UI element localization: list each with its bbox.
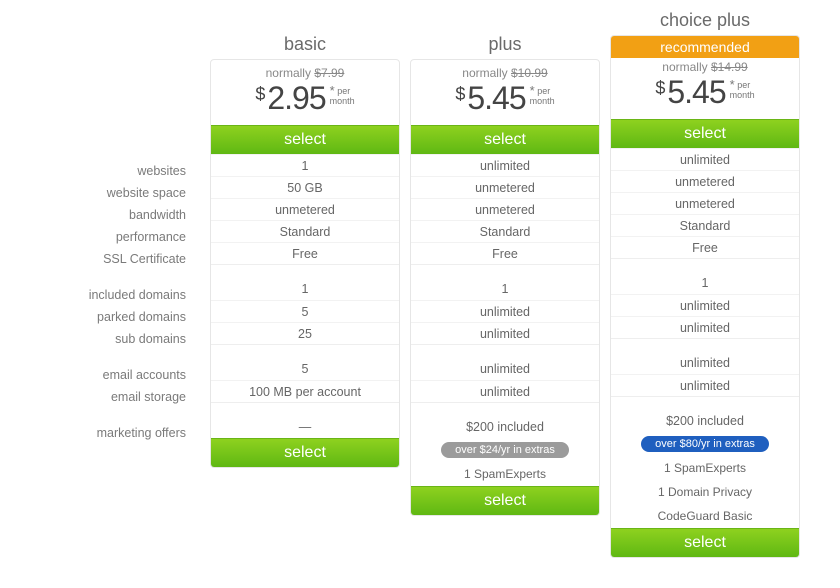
feature-labels-column: websites website space bandwidth perform… <box>30 10 200 444</box>
plan-choiceplus-price-block: normally $14.99 $ 5.45 * permonth <box>611 58 799 119</box>
label-websites: websites <box>30 160 200 182</box>
plan-plus-card: normally $10.99 $ 5.45 * permonth select… <box>410 59 600 516</box>
label-ssl: SSL Certificate <box>30 248 200 270</box>
plan-basic-ssl: Free <box>211 242 399 264</box>
plan-plus-performance: Standard <box>411 220 599 242</box>
plan-choiceplus-bandwidth: unmetered <box>611 192 799 214</box>
plan-basic-select-top-button[interactable]: select <box>211 125 399 154</box>
plan-choiceplus-email-storage: unlimited <box>611 374 799 396</box>
plan-basic-websites: 1 <box>211 154 399 176</box>
plan-plus-extras-pill-wrap: over $24/yr in extras <box>411 438 599 462</box>
plan-plus-extras-list: 1 SpamExperts <box>411 462 599 486</box>
plan-choiceplus-marketing-offers: $200 included <box>611 410 799 432</box>
plan-plus-select-top-button[interactable]: select <box>411 125 599 154</box>
plan-choiceplus-select-top-button[interactable]: select <box>611 119 799 148</box>
plan-choiceplus-websites: unlimited <box>611 148 799 170</box>
plan-basic-card: normally $7.99 $ 2.95 * permonth select … <box>210 59 400 468</box>
plan-choiceplus-website-space: unmetered <box>611 170 799 192</box>
plan-plus-email-accounts: unlimited <box>411 358 599 380</box>
plan-basic-performance: Standard <box>211 220 399 242</box>
plan-plus-normally-price: $10.99 <box>511 66 548 80</box>
plan-choiceplus-title: choice plus <box>610 10 800 35</box>
plan-plus-normally: normally $10.99 <box>411 66 599 80</box>
plan-plus-marketing-offers: $200 included <box>411 416 599 438</box>
plan-basic-title: basic <box>210 28 400 59</box>
plan-choiceplus-price: $ 5.45 * permonth <box>611 74 799 111</box>
plan-plus-select-bottom-button[interactable]: select <box>411 486 599 515</box>
plan-plus-sub-domains: unlimited <box>411 322 599 344</box>
label-included-domains: included domains <box>30 284 200 306</box>
plan-choiceplus-extras-list: 1 SpamExperts 1 Domain Privacy CodeGuard… <box>611 456 799 528</box>
plan-basic-email-storage: 100 MB per account <box>211 380 399 402</box>
plan-choiceplus-performance: Standard <box>611 214 799 236</box>
plan-basic-bandwidth: unmetered <box>211 198 399 220</box>
plan-basic-normally: normally $7.99 <box>211 66 399 80</box>
plan-basic-wrapper: basic normally $7.99 $ 2.95 * permonth s… <box>210 10 400 468</box>
plan-choiceplus-wrapper: choice plus recommended normally $14.99 … <box>610 10 800 558</box>
plan-basic-parked-domains: 5 <box>211 300 399 322</box>
plan-plus-parked-domains: unlimited <box>411 300 599 322</box>
plan-basic-marketing-offers: — <box>211 416 399 438</box>
plan-basic-price: $ 2.95 * permonth <box>211 80 399 117</box>
label-website-space: website space <box>30 182 200 204</box>
label-email-storage: email storage <box>30 386 200 408</box>
plan-plus-email-storage: unlimited <box>411 380 599 402</box>
label-parked-domains: parked domains <box>30 306 200 328</box>
plan-plus-price-block: normally $10.99 $ 5.45 * permonth <box>411 60 599 125</box>
plan-plus-bandwidth: unmetered <box>411 198 599 220</box>
plan-choiceplus-extras-pill: over $80/yr in extras <box>641 436 769 452</box>
plan-basic-price-block: normally $7.99 $ 2.95 * permonth <box>211 60 399 125</box>
plan-choiceplus-extra-1: 1 Domain Privacy <box>611 480 799 504</box>
label-marketing-offers: marketing offers <box>30 422 200 444</box>
plan-basic-website-space: 50 GB <box>211 176 399 198</box>
plan-plus-extra-0: 1 SpamExperts <box>411 462 599 486</box>
label-email-accounts: email accounts <box>30 364 200 386</box>
plan-choiceplus-select-bottom-button[interactable]: select <box>611 528 799 557</box>
plan-choiceplus-extra-2: CodeGuard Basic <box>611 504 799 528</box>
plan-plus-extras-pill: over $24/yr in extras <box>441 442 569 458</box>
plan-choiceplus-sub-domains: unlimited <box>611 316 799 338</box>
plan-plus-price: $ 5.45 * permonth <box>411 80 599 117</box>
plan-choiceplus-card: recommended normally $14.99 $ 5.45 * per… <box>610 35 800 558</box>
plan-basic-amount: 2.95 <box>267 80 325 117</box>
recommended-badge: recommended <box>611 36 799 58</box>
label-bandwidth: bandwidth <box>30 204 200 226</box>
plan-choiceplus-normally-price: $14.99 <box>711 60 748 74</box>
plan-plus-website-space: unmetered <box>411 176 599 198</box>
label-sub-domains: sub domains <box>30 328 200 350</box>
plan-choiceplus-normally: normally $14.99 <box>611 60 799 74</box>
plan-plus-ssl: Free <box>411 242 599 264</box>
label-performance: performance <box>30 226 200 248</box>
plan-basic-normally-price: $7.99 <box>314 66 344 80</box>
plan-plus-wrapper: plus normally $10.99 $ 5.45 * permonth s… <box>410 10 600 516</box>
plan-basic-email-accounts: 5 <box>211 358 399 380</box>
plan-choiceplus-ssl: Free <box>611 236 799 258</box>
plan-basic-sub-domains: 25 <box>211 322 399 344</box>
plan-basic-select-bottom-button[interactable]: select <box>211 438 399 467</box>
plan-choiceplus-parked-domains: unlimited <box>611 294 799 316</box>
plan-choiceplus-extra-0: 1 SpamExperts <box>611 456 799 480</box>
plan-choiceplus-amount: 5.45 <box>667 74 725 111</box>
plan-plus-amount: 5.45 <box>467 80 525 117</box>
plan-choiceplus-extras-pill-wrap: over $80/yr in extras <box>611 432 799 456</box>
plan-plus-title: plus <box>410 28 600 59</box>
plan-plus-websites: unlimited <box>411 154 599 176</box>
plan-choiceplus-email-accounts: unlimited <box>611 352 799 374</box>
plan-basic-included-domains: 1 <box>211 278 399 300</box>
plan-choiceplus-included-domains: 1 <box>611 272 799 294</box>
plan-plus-included-domains: 1 <box>411 278 599 300</box>
pricing-grid: websites website space bandwidth perform… <box>30 10 810 558</box>
